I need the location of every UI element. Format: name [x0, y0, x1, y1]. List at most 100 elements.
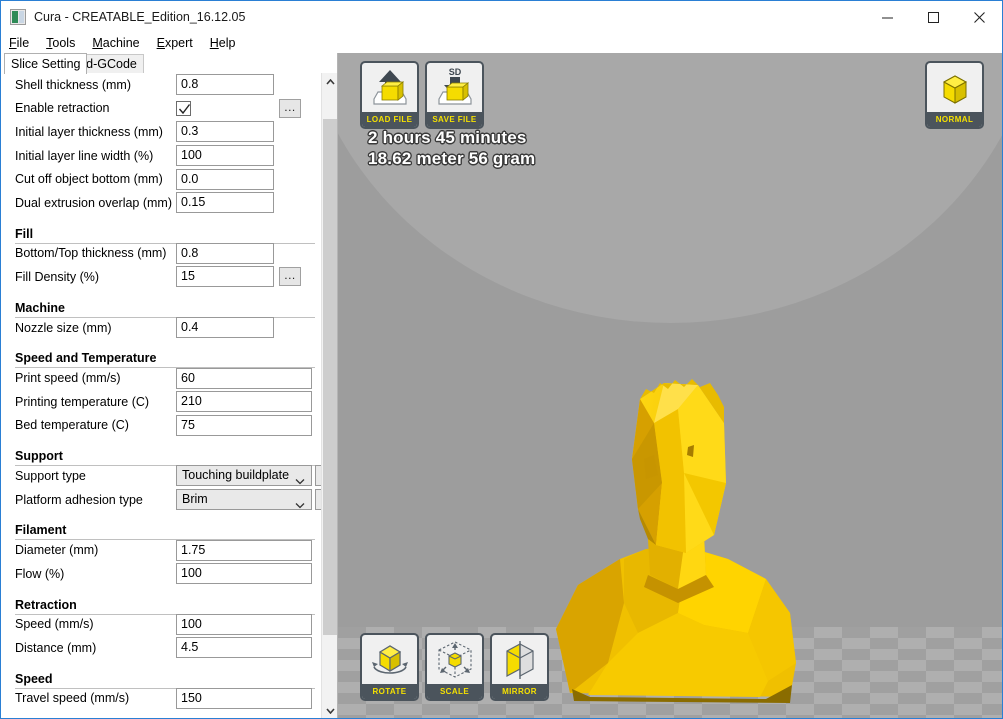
scale-label: SCALE [427, 684, 482, 699]
checkbox-enable-retraction[interactable] [176, 100, 191, 116]
setting-row-flow: Flow (%) 100 [2, 562, 322, 586]
scale-button[interactable]: SCALE [425, 633, 484, 701]
setting-row-printing-temperature-c: Printing temperature (C) 210 [2, 390, 322, 414]
input-nozzle-size-mm[interactable]: 0.4 [176, 317, 274, 339]
maximize-button[interactable] [910, 1, 956, 33]
more-options-button-enable-retraction[interactable]: ... [279, 98, 301, 118]
setting-label: Printing temperature (C) [15, 394, 150, 409]
input-diameter-mm[interactable]: 1.75 [176, 539, 312, 561]
save-sd-icon: SD [427, 63, 482, 113]
setting-row-distance-mm: Distance (mm) 4.5 [2, 636, 322, 660]
menu-item-help[interactable]: Help [210, 36, 245, 50]
mirror-button[interactable]: MIRROR [490, 633, 549, 701]
setting-row-support-type: Support type Touching buildplate [2, 464, 322, 488]
rotate-label: ROTATE [362, 684, 417, 699]
section-title: Machine [15, 300, 66, 315]
load-file-icon [362, 63, 417, 113]
input-initial-layer-line-width[interactable]: 100 [176, 145, 274, 167]
setting-label: Travel speed (mm/s) [15, 691, 130, 706]
cura-window: Cura - CREATABLE_Edition_16.12.05 File To… [0, 0, 1003, 719]
scale-icon [427, 635, 482, 685]
title-bar: Cura - CREATABLE_Edition_16.12.05 [1, 1, 1002, 33]
settings-scrollbar[interactable] [321, 73, 337, 718]
input-bed-temperature-c[interactable]: 75 [176, 414, 312, 436]
settings-panel: Slice SettingPluginsStart/End-GCode Shel… [2, 53, 338, 718]
view-normal-button[interactable]: NORMAL [925, 61, 984, 129]
setting-label: Bottom/Top thickness (mm) [15, 246, 167, 261]
input-print-speed-mm-s[interactable]: 60 [176, 367, 312, 389]
setting-row-nozzle-size-mm: Nozzle size (mm) 0.4 [2, 316, 322, 340]
load-file-button[interactable]: LOAD FILE [360, 61, 419, 129]
app-icon [10, 9, 26, 25]
low-poly-bust-model[interactable] [528, 363, 828, 703]
setting-label: Shell thickness (mm) [15, 77, 131, 92]
minimize-button[interactable] [864, 1, 910, 33]
tab-strip: Slice SettingPluginsStart/End-GCode [2, 53, 337, 74]
section-title: Retraction [15, 597, 77, 612]
chevron-up-icon [325, 78, 335, 85]
maximize-icon [927, 11, 939, 23]
chevron-down-icon [325, 707, 335, 714]
setting-label: Platform adhesion type [15, 492, 143, 507]
menu-item-tools[interactable]: Tools [46, 36, 84, 50]
input-dual-extrusion-overlap-mm[interactable]: 0.15 [176, 192, 274, 214]
input-cut-off-object-bottom-mm[interactable]: 0.0 [176, 168, 274, 190]
save-file-button[interactable]: SD SAVE FILE [425, 61, 484, 129]
section-title: Speed [15, 671, 53, 686]
setting-label: Dual extrusion overlap (mm) [15, 195, 172, 210]
scroll-down-button[interactable] [322, 702, 337, 718]
rotate-icon [362, 635, 417, 685]
menu-item-machine[interactable]: Machine [92, 36, 148, 50]
input-bottom-top-thickness-mm[interactable]: 0.8 [176, 242, 274, 264]
section-title: Support [15, 449, 63, 464]
dropdown-platform-adhesion-type[interactable]: Brim [176, 489, 312, 511]
setting-row-speed-mm-s: Speed (mm/s) 100 [2, 613, 322, 637]
input-shell-thickness-mm[interactable]: 0.8 [176, 74, 274, 96]
section-fill: Fill [2, 215, 322, 244]
setting-label: Distance (mm) [15, 640, 97, 655]
section-title: Speed and Temperature [15, 351, 157, 366]
input-flow[interactable]: 100 [176, 563, 312, 585]
view-normal-label: NORMAL [927, 112, 982, 127]
setting-row-shell-thickness-mm: Shell thickness (mm) 0.8 [2, 73, 322, 97]
rotate-button[interactable]: ROTATE [360, 633, 419, 701]
settings-list: Shell thickness (mm) 0.8 Enable retraction… [2, 73, 322, 718]
section-speed-and-temperature: Speed and Temperature [2, 339, 322, 369]
input-printing-temperature-c[interactable]: 210 [176, 391, 312, 413]
setting-label: Initial layer thickness (mm) [15, 124, 163, 139]
setting-row-initial-layer-line-width: Initial layer line width (%) 100 [2, 144, 322, 168]
setting-row-enable-retraction: Enable retraction... [2, 97, 322, 121]
section-title: Fill [15, 226, 34, 241]
input-initial-layer-thickness-mm[interactable]: 0.3 [176, 121, 274, 143]
minimize-icon [881, 17, 893, 18]
input-distance-mm[interactable]: 4.5 [176, 637, 312, 659]
setting-row-fill-density: Fill Density (%) 15... [2, 265, 322, 289]
input-travel-speed-mm-s[interactable]: 150 [176, 687, 312, 709]
setting-label: Bed temperature (C) [15, 418, 129, 433]
setting-row-diameter-mm: Diameter (mm) 1.75 [2, 538, 322, 562]
setting-row-platform-adhesion-type: Platform adhesion type Brim [2, 488, 322, 512]
dropdown-value: Brim [182, 492, 208, 507]
input-speed-mm-s[interactable]: 100 [176, 613, 312, 635]
setting-label: Cut off object bottom (mm) [15, 172, 163, 187]
print-material: 18.62 meter 56 gram [368, 149, 536, 168]
menu-item-expert[interactable]: Expert [157, 36, 202, 50]
setting-label: Support type [15, 468, 86, 483]
more-options-button-fill-density[interactable]: ... [279, 267, 301, 287]
svg-text:SD: SD [448, 67, 461, 77]
menu-item-file[interactable]: File [9, 36, 38, 50]
dropdown-support-type[interactable]: Touching buildplate [176, 465, 312, 487]
input-fill-density[interactable]: 15 [176, 266, 274, 288]
setting-row-bottom-top-thickness-mm: Bottom/Top thickness (mm) 0.8 [2, 242, 322, 266]
close-icon [973, 11, 985, 23]
scroll-up-button[interactable] [322, 73, 337, 90]
3d-viewport[interactable]: 2 hours 45 minutes 18.62 meter 56 gram L… [338, 53, 1002, 718]
mirror-label: MIRROR [492, 684, 547, 699]
dropdown-value: Touching buildplate [182, 468, 290, 483]
view-normal-icon [927, 63, 982, 113]
setting-label: Print speed (mm/s) [15, 371, 121, 386]
tab-slice-setting[interactable]: Slice Setting [4, 53, 88, 74]
close-button[interactable] [956, 1, 1002, 33]
section-speed: Speed [2, 660, 322, 689]
scrollbar-thumb[interactable] [323, 119, 337, 635]
